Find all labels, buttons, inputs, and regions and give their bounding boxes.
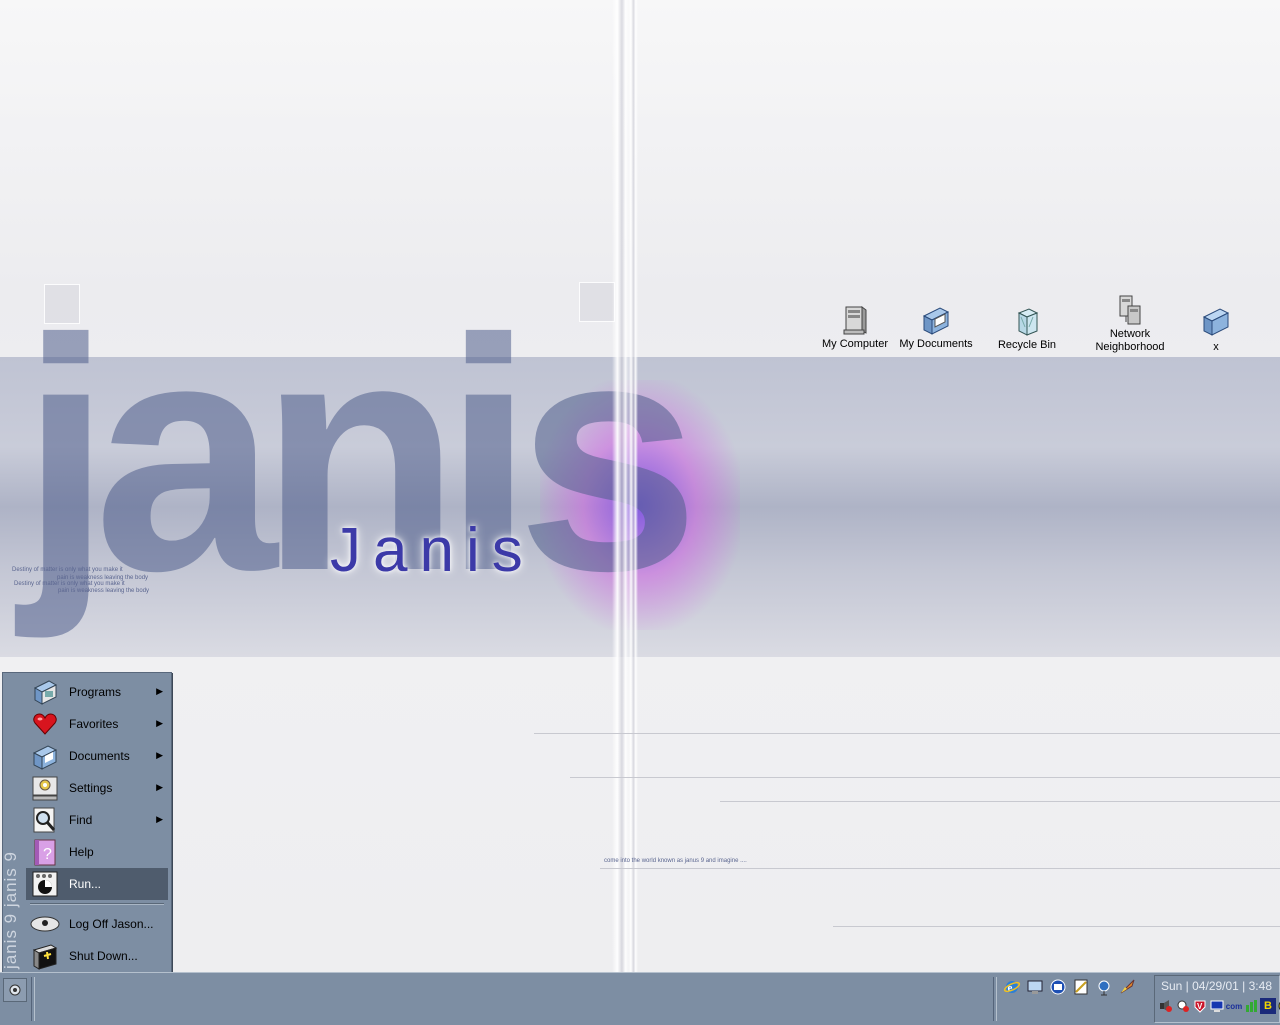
heart-icon bbox=[30, 709, 60, 739]
start-menu-item-favorites[interactable]: Favorites ▶ bbox=[26, 708, 168, 740]
recycle-bin-icon bbox=[1017, 308, 1039, 336]
wallpaper-caption: come into the world known as janus 9 and… bbox=[604, 858, 747, 864]
antivirus-icon[interactable]: V bbox=[1192, 998, 1208, 1014]
start-menu-item-run[interactable]: Run... bbox=[26, 868, 168, 900]
wallpaper-title: Janis bbox=[330, 516, 535, 585]
network-tray-icon[interactable] bbox=[1175, 998, 1191, 1014]
start-menu-item-log-off[interactable]: Log Off Jason... bbox=[26, 908, 168, 940]
start-menu-banner: janis 9 janis 9 bbox=[1, 673, 27, 973]
desktop-wallpaper: janis Janis Destiny of matter is only wh… bbox=[0, 0, 1280, 972]
start-menu-item-label: Favorites bbox=[69, 717, 119, 731]
run-icon bbox=[30, 869, 60, 899]
programs-icon bbox=[30, 677, 60, 707]
start-menu-item-documents[interactable]: Documents ▶ bbox=[26, 740, 168, 772]
satellite-icon[interactable] bbox=[1094, 977, 1114, 997]
submenu-arrow-icon: ▶ bbox=[156, 782, 163, 792]
notepad-icon[interactable] bbox=[1071, 977, 1091, 997]
wallpaper-light-line bbox=[628, 0, 638, 972]
start-menu-item-label: Documents bbox=[69, 749, 130, 763]
start-menu-item-label: Find bbox=[69, 813, 93, 827]
submenu-arrow-icon: ▶ bbox=[156, 750, 163, 760]
start-menu-item-label: Settings bbox=[69, 781, 113, 795]
start-menu-banner-text: janis 9 janis 9 bbox=[1, 850, 20, 969]
desktop-icon-label: Network Neighborhood bbox=[1095, 328, 1165, 353]
network-icon bbox=[1119, 295, 1141, 325]
start-menu-item-label: Help bbox=[69, 845, 94, 859]
magnifier-icon bbox=[30, 805, 60, 835]
desktop-icon-network-neighborhood[interactable]: Network Neighborhood bbox=[1082, 294, 1178, 354]
internet-explorer-icon[interactable]: e bbox=[1002, 977, 1022, 997]
desktop-icon-label: Recycle Bin bbox=[997, 339, 1057, 351]
shutdown-icon bbox=[30, 941, 60, 971]
documents-icon bbox=[30, 741, 60, 771]
sound-meter-icon[interactable] bbox=[1243, 998, 1259, 1014]
wallpaper-line bbox=[534, 733, 1280, 734]
documents-folder-icon bbox=[922, 307, 950, 335]
start-menu-separator bbox=[30, 903, 164, 905]
svg-text:V: V bbox=[1197, 1002, 1203, 1011]
start-menu-item-label: Shut Down... bbox=[69, 949, 138, 963]
taskbar-grip[interactable] bbox=[31, 977, 35, 1021]
submenu-arrow-icon: ▶ bbox=[156, 814, 163, 824]
display-icon[interactable] bbox=[1209, 998, 1225, 1014]
rocket-icon[interactable] bbox=[1117, 977, 1137, 997]
com-icon[interactable]: com bbox=[1226, 998, 1242, 1014]
start-button[interactable] bbox=[3, 978, 27, 1002]
wallpaper-small-text: Destiny of matter is only what you make … bbox=[14, 581, 125, 587]
eye-icon bbox=[30, 909, 60, 939]
start-menu-item-settings[interactable]: Settings ▶ bbox=[26, 772, 168, 804]
desktop-icon-label: x bbox=[1213, 341, 1219, 353]
start-menu-item-shut-down[interactable]: Shut Down... bbox=[26, 940, 168, 972]
quick-launch-bar: e bbox=[1002, 977, 1137, 997]
wallpaper-line bbox=[720, 801, 1280, 802]
outlook-icon[interactable] bbox=[1048, 977, 1068, 997]
desktop-icon-my-documents[interactable]: My Documents bbox=[888, 304, 984, 351]
bluetooth-b-icon[interactable]: B bbox=[1260, 998, 1276, 1014]
start-menu-item-label: Run... bbox=[69, 877, 102, 891]
wallpaper-line bbox=[600, 868, 1280, 869]
tray-icon-row: V com B bbox=[1158, 998, 1280, 1014]
wallpaper-small-text: Destiny of matter is only what you make … bbox=[12, 567, 123, 573]
taskbar: e Sun | 04/29/01 | 3:48 V com B bbox=[0, 972, 1280, 1025]
desktop-icon-x-folder[interactable]: x bbox=[1168, 305, 1264, 354]
folder-icon bbox=[1202, 308, 1230, 336]
help-icon: ? bbox=[30, 837, 60, 867]
start-menu-item-help[interactable]: ? Help bbox=[26, 836, 168, 868]
start-orb-icon bbox=[9, 984, 21, 996]
svg-text:?: ? bbox=[43, 846, 52, 863]
wallpaper-line bbox=[833, 926, 1280, 927]
settings-icon bbox=[30, 773, 60, 803]
computer-icon bbox=[843, 306, 867, 335]
clock[interactable]: Sun | 04/29/01 | 3:48 bbox=[1161, 979, 1272, 993]
system-tray: Sun | 04/29/01 | 3:48 V com B bbox=[1154, 975, 1280, 1023]
taskbar-grip[interactable] bbox=[993, 977, 997, 1021]
volume-icon[interactable] bbox=[1158, 998, 1174, 1014]
start-menu-item-label: Log Off Jason... bbox=[69, 917, 154, 931]
start-menu-item-find[interactable]: Find ▶ bbox=[26, 804, 168, 836]
wallpaper-small-text: pain is weakness leaving the body bbox=[58, 588, 150, 594]
start-menu-item-label: Programs bbox=[69, 685, 122, 699]
start-menu-item-programs[interactable]: Programs ▶ bbox=[26, 676, 168, 708]
desktop-icon-recycle-bin[interactable]: Recycle Bin bbox=[979, 305, 1075, 352]
submenu-arrow-icon: ▶ bbox=[156, 718, 163, 728]
submenu-arrow-icon: ▶ bbox=[156, 686, 163, 696]
wallpaper-line bbox=[570, 777, 1280, 778]
desktop-icon-label: My Documents bbox=[899, 338, 973, 350]
desktop-icon[interactable] bbox=[1025, 977, 1045, 997]
